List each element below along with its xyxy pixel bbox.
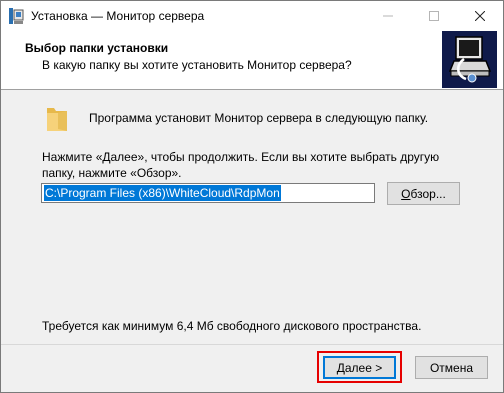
window-title: Установка — Монитор сервера (31, 9, 205, 23)
close-icon (475, 11, 485, 21)
wizard-header: Выбор папки установки В какую папку вы х… (1, 31, 503, 90)
page-title: Выбор папки установки (25, 41, 169, 55)
computer-install-logo (442, 31, 497, 88)
installer-app-icon (8, 7, 24, 25)
disk-space-text: Требуется как минимум 6,4 Мб свободного … (42, 319, 422, 333)
install-path-input[interactable]: C:\Program Files (x86)\WhiteCloud\RdpMon (41, 183, 375, 203)
folder-icon (46, 105, 68, 133)
maximize-icon (429, 11, 439, 21)
browse-accel: О (401, 186, 411, 201)
footer-divider (1, 344, 503, 345)
close-button[interactable] (457, 1, 503, 31)
browse-label: бзор... (410, 186, 446, 201)
next-label: алее > (344, 360, 383, 375)
next-button[interactable]: Далее > (323, 356, 396, 379)
next-accel: Д (336, 360, 345, 375)
page-subtitle: В какую папку вы хотите установить Монит… (42, 58, 352, 72)
minimize-button[interactable] (365, 1, 411, 31)
cancel-button[interactable]: Отмена (415, 356, 488, 379)
install-path-value: C:\Program Files (x86)\WhiteCloud\RdpMon (44, 185, 281, 201)
installer-window: Установка — Монитор сервера Выбор папки … (0, 0, 504, 393)
minimize-icon (383, 15, 393, 17)
cancel-label: Отмена (429, 360, 474, 375)
maximize-button[interactable] (411, 1, 457, 31)
title-bar[interactable]: Установка — Монитор сервера (1, 1, 503, 31)
instruction-text: Нажмите «Далее», чтобы продолжить. Если … (42, 150, 440, 180)
intro-text: Программа установит Монитор сервера в сл… (89, 111, 429, 125)
browse-button[interactable]: Обзор... (387, 182, 460, 205)
